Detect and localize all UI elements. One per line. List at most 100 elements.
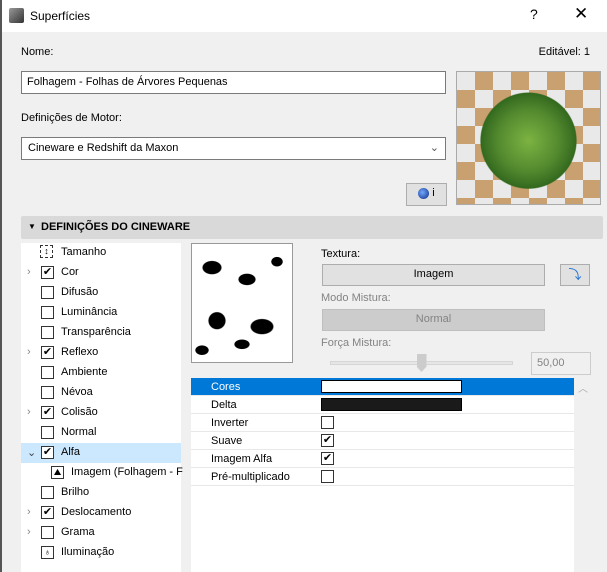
tree-item-label: Luminância [61, 306, 118, 318]
tree-item-label: Difusão [61, 286, 99, 298]
title-bar [0, 0, 607, 32]
property-label: Suave [211, 435, 243, 447]
tree-item[interactable]: ⛰ Imagem (Folhagem - F [21, 463, 183, 483]
tree-item[interactable]: ♁ Iluminação [21, 543, 181, 563]
tree-item[interactable]: Transparência [21, 323, 181, 343]
engine-label: Definições de Motor: [21, 112, 122, 124]
channel-tree: ↕ Tamanho › ✔ Cor Difusão Luminância Transparên… [21, 243, 183, 572]
property-scrollbar[interactable]: ︿ [574, 378, 591, 572]
tree-item-label: Imagem (Folhagem - F [71, 466, 183, 478]
texture-image-button[interactable]: Imagem [322, 264, 545, 286]
info-label: i [432, 187, 435, 199]
texture-preview [191, 243, 293, 363]
tree-item-label: Cor [61, 266, 79, 278]
chevron-right-icon[interactable]: › [27, 526, 31, 538]
tree-item[interactable]: › ✔ Colisão [21, 403, 181, 423]
collapse-triangle-icon: ▼ [28, 222, 36, 231]
color-swatch[interactable] [321, 380, 462, 393]
image-icon: ⛰ [51, 466, 64, 479]
property-row[interactable]: Pré-multiplicado [191, 468, 574, 486]
tree-item[interactable]: › Grama [21, 523, 181, 543]
tree-checkbox[interactable] [41, 386, 54, 399]
load-texture-button[interactable]: ⤵ [560, 264, 590, 286]
editable-count: Editável: 1 [538, 46, 590, 58]
lightbulb-icon: ♁ [41, 546, 54, 559]
property-row[interactable]: Cores [191, 378, 574, 396]
tree-item[interactable]: › ✔ Cor [21, 263, 181, 283]
scroll-up-icon[interactable]: ︿ [578, 380, 588, 395]
tree-item[interactable]: Névoa [21, 383, 181, 403]
tree-item[interactable]: › ✔ Deslocamento [21, 503, 181, 523]
size-icon: ↕ [40, 245, 53, 258]
section-header-cineware[interactable]: ▼ DEFINIÇÕES DO CINEWARE [21, 216, 603, 239]
tree-checkbox[interactable] [41, 526, 54, 539]
property-label: Cores [211, 381, 241, 393]
property-table: Cores Delta Inverter Suave ✔ Imagem Alfa ✔ Pré-… [191, 378, 574, 572]
tree-item-label: Colisão [61, 406, 98, 418]
tree-item-label: Brilho [61, 486, 90, 498]
chevron-down-icon: ⌄ [429, 142, 439, 154]
tree-checkbox[interactable]: ✔ [41, 346, 54, 359]
tree-item[interactable]: › ✔ Reflexo [21, 343, 181, 363]
tree-checkbox[interactable] [41, 286, 54, 299]
tree-item[interactable]: Luminância [21, 303, 181, 323]
tree-checkbox[interactable] [41, 486, 54, 499]
tree-item-label: Alfa [61, 446, 80, 458]
tree-item[interactable]: ⌄ ✔ Alfa [21, 443, 181, 463]
tree-item-label: Ambiente [61, 366, 108, 378]
tree-item[interactable]: Brilho [21, 483, 181, 503]
name-input[interactable]: Folhagem - Folhas de Árvores Pequenas [21, 71, 446, 94]
app-icon [9, 8, 24, 23]
engine-select[interactable]: Cineware e Redshift da Maxon ⌄ [21, 137, 446, 160]
tree-checkbox[interactable]: ✔ [41, 406, 54, 419]
help-button[interactable]: ? [530, 6, 538, 22]
tree-item[interactable]: Difusão [21, 283, 181, 303]
texture-label: Textura: [321, 248, 361, 260]
blend-mode-button[interactable]: Normal [322, 309, 545, 331]
tree-item-label: Grama [61, 526, 95, 538]
tree-item-label: Tamanho [61, 246, 107, 258]
property-checkbox[interactable]: ✔ [321, 452, 334, 465]
slider-thumb[interactable] [416, 354, 427, 372]
property-label: Inverter [211, 417, 249, 429]
blend-strength-input[interactable]: 50,00 [531, 352, 591, 375]
property-checkbox[interactable]: ✔ [321, 434, 334, 447]
close-button[interactable]: ✕ [574, 4, 588, 24]
blend-mode-label: Modo Mistura: [321, 292, 391, 304]
tree-checkbox[interactable] [41, 426, 54, 439]
tree-item-label: Reflexo [61, 346, 99, 358]
property-checkbox[interactable] [321, 470, 334, 483]
tree-item[interactable]: Ambiente [21, 363, 181, 383]
property-label: Imagem Alfa [211, 453, 273, 465]
tree-checkbox[interactable] [41, 306, 54, 319]
tree-checkbox[interactable]: ✔ [41, 446, 54, 459]
tree-item-label: Transparência [61, 326, 131, 338]
section-title: DEFINIÇÕES DO CINEWARE [41, 221, 191, 233]
chevron-right-icon[interactable]: › [27, 266, 31, 278]
tree-checkbox[interactable]: ✔ [41, 266, 54, 279]
property-row[interactable]: Suave ✔ [191, 432, 574, 450]
chevron-right-icon[interactable]: › [27, 506, 31, 518]
property-row[interactable]: Delta [191, 396, 574, 414]
tree-item[interactable]: ↕ Tamanho [21, 243, 181, 263]
tree-checkbox[interactable] [41, 366, 54, 379]
tree-item-label: Iluminação [61, 546, 115, 558]
color-swatch[interactable] [321, 398, 462, 411]
tree-checkbox[interactable]: ✔ [41, 506, 54, 519]
property-checkbox[interactable] [321, 416, 334, 429]
tree-checkbox[interactable] [41, 326, 54, 339]
chevron-right-icon[interactable]: › [27, 406, 31, 418]
material-preview [456, 71, 601, 205]
tree-item-label: Deslocamento [61, 506, 132, 518]
property-label: Delta [211, 399, 237, 411]
chevron-down-icon[interactable]: ⌄ [27, 446, 36, 459]
property-row[interactable]: Inverter [191, 414, 574, 432]
chevron-right-icon[interactable]: › [27, 346, 31, 358]
property-label: Pré-multiplicado [211, 471, 290, 483]
tree-item-label: Normal [61, 426, 97, 438]
tree-item[interactable]: Normal [21, 423, 181, 443]
cineware-info-button[interactable]: i [406, 183, 447, 206]
property-row[interactable]: Imagem Alfa ✔ [191, 450, 574, 468]
load-file-icon: ⤵ [568, 267, 582, 282]
cineware-icon [418, 187, 430, 199]
